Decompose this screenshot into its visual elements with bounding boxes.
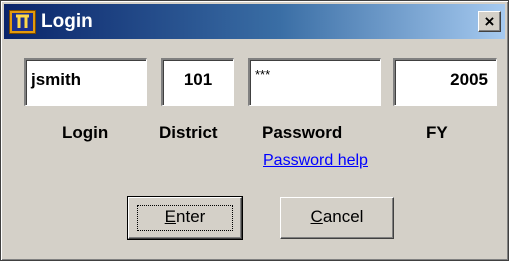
title-bar[interactable]: Login × — [4, 4, 505, 39]
login-input[interactable]: jsmith — [24, 58, 147, 106]
district-input[interactable]: 101 — [161, 58, 234, 106]
password-label: Password — [262, 123, 343, 142]
fy-input[interactable]: 2005 — [393, 58, 497, 106]
cancel-mnemonic: C — [310, 207, 323, 226]
window-title: Login — [41, 11, 93, 32]
password-input[interactable]: *** — [248, 58, 381, 106]
fy-label: FY — [426, 123, 448, 142]
cancel-button[interactable]: Cancel — [280, 197, 394, 239]
close-button[interactable]: × — [478, 11, 501, 32]
cancel-label: ancel — [322, 207, 364, 226]
enter-label: nter — [176, 207, 206, 226]
login-dialog: Login × jsmith 101 *** 2005 Login Distri… — [0, 0, 509, 261]
password-help-link[interactable]: Password help — [263, 152, 368, 170]
enter-button[interactable]: Enter — [127, 196, 243, 240]
district-label: District — [159, 123, 218, 142]
enter-mnemonic: E — [164, 207, 177, 226]
close-icon: × — [484, 12, 495, 31]
app-logo-icon — [9, 10, 36, 34]
login-label: Login — [62, 123, 109, 142]
